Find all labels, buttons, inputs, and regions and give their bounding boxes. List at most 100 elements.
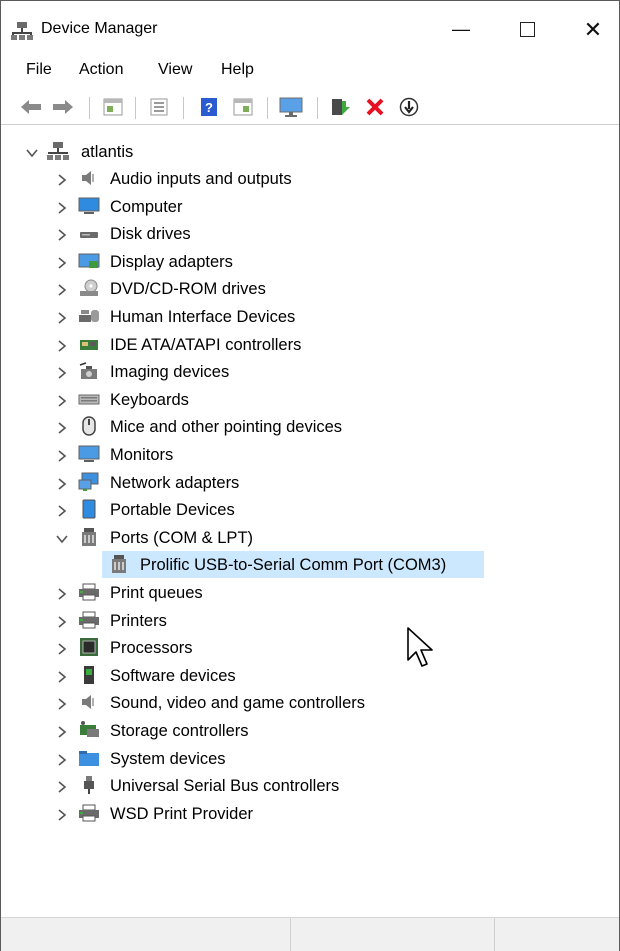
chevron-right-icon[interactable] (55, 780, 69, 794)
tree-category-item[interactable]: Computer (1, 193, 619, 220)
tree-item-label: Human Interface Devices (110, 308, 296, 326)
tree-category-item[interactable]: Network adapters (1, 469, 619, 496)
tree-category-item[interactable]: Human Interface Devices (1, 303, 619, 330)
properties-grid-icon (103, 98, 123, 116)
chevron-right-icon[interactable] (55, 394, 69, 408)
tree-item-label: Universal Serial Bus controllers (110, 777, 340, 796)
tree-item-label: Sound, video and game controllers (110, 694, 365, 713)
svg-text:?: ? (205, 100, 213, 115)
monitor-icon (78, 445, 100, 462)
scan-button[interactable] (147, 96, 171, 118)
minimize-icon: — (452, 19, 470, 39)
tree-item-label: Storage controllers (110, 722, 249, 740)
back-button[interactable] (19, 96, 43, 118)
chevron-right-icon[interactable] (55, 587, 69, 601)
close-button[interactable]: ✕ (563, 1, 620, 58)
monitor-button[interactable] (279, 96, 303, 118)
chevron-right-icon[interactable] (55, 504, 69, 518)
tree-item-label: Processors (110, 639, 193, 658)
tree-category-item[interactable]: Audio inputs and outputs (1, 165, 619, 192)
tree-item-label: Prolific USB-to-Serial Comm Port (COM3) (140, 556, 447, 575)
chevron-right-icon[interactable] (55, 808, 69, 822)
tree-category-item[interactable]: Storage controllers (1, 717, 619, 744)
device-tree: atlantis Audio inputs and outputs Compute… (1, 131, 619, 911)
chevron-right-icon[interactable] (55, 615, 69, 629)
chevron-down-icon[interactable] (55, 532, 69, 546)
chevron-right-icon[interactable] (55, 421, 69, 435)
system-folder-icon (79, 750, 99, 766)
tree-category-item[interactable]: Software devices (1, 662, 619, 689)
tree-category-item[interactable]: System devices (1, 745, 619, 772)
chevron-right-icon[interactable] (55, 339, 69, 353)
download-button[interactable] (397, 96, 421, 118)
chevron-right-icon[interactable] (55, 642, 69, 656)
chevron-right-icon[interactable] (55, 753, 69, 767)
tree-category-item[interactable]: DVD/CD-ROM drives (1, 275, 619, 302)
chevron-right-icon[interactable] (55, 173, 69, 187)
maximize-button[interactable] (497, 1, 557, 58)
usb-icon (84, 776, 94, 795)
tree-category-item[interactable]: Portable Devices (1, 496, 619, 523)
minimize-button[interactable]: — (431, 1, 491, 58)
tree-category-item[interactable]: Imaging devices (1, 358, 619, 385)
chevron-right-icon[interactable] (55, 256, 69, 270)
menu-bar: File Action View Help (1, 58, 619, 86)
chevron-right-icon[interactable] (55, 228, 69, 242)
tree-category-item[interactable]: WSD Print Provider (1, 800, 619, 827)
chevron-right-icon[interactable] (55, 449, 69, 463)
title-bar[interactable]: Device Manager — ✕ (1, 1, 619, 58)
portable-device-icon (82, 499, 96, 519)
tree-item-label: Keyboards (110, 390, 189, 409)
help-button[interactable]: ? (197, 96, 221, 118)
status-pane (1, 918, 291, 951)
tree-category-item[interactable]: Mice and other pointing devices (1, 413, 619, 440)
menu-action[interactable]: Action (79, 61, 123, 79)
properties-view-button[interactable] (101, 96, 125, 118)
device-manager-window: Device Manager — ✕ File Action View Help (0, 0, 620, 951)
tree-item-label: Portable Devices (110, 501, 235, 520)
tree-root[interactable]: atlantis (1, 138, 619, 165)
keyboard-icon (78, 394, 100, 405)
chevron-right-icon[interactable] (55, 283, 69, 297)
chevron-right-icon[interactable] (55, 477, 69, 491)
details-button[interactable] (231, 96, 255, 118)
chevron-right-icon[interactable] (55, 670, 69, 684)
tree-category-item[interactable]: Keyboards (1, 386, 619, 413)
computer-icon (78, 197, 100, 214)
chevron-right-icon[interactable] (55, 697, 69, 711)
chevron-right-icon[interactable] (55, 366, 69, 380)
tree-item-label: Software devices (110, 666, 236, 685)
tree-category-item[interactable]: Display adapters (1, 248, 619, 275)
chevron-right-icon[interactable] (55, 725, 69, 739)
chevron-right-icon[interactable] (55, 311, 69, 325)
tree-category-item[interactable]: Monitors (1, 441, 619, 468)
chevron-down-icon[interactable] (25, 146, 39, 160)
tree-category-item[interactable]: Universal Serial Bus controllers (1, 772, 619, 799)
printer-icon (79, 583, 99, 601)
tree-category-item[interactable]: Print queues (1, 579, 619, 606)
update-driver-button[interactable] (329, 96, 353, 118)
tree-category-item[interactable]: Sound, video and game controllers (1, 689, 619, 716)
toolbar-separator (183, 97, 184, 119)
tree-category-item[interactable]: Processors (1, 634, 619, 661)
menu-help[interactable]: Help (221, 61, 254, 79)
tree-category-item[interactable]: Disk drives (1, 220, 619, 247)
speaker-icon (82, 695, 94, 710)
tree-category-item[interactable]: IDE ATA/ATAPI controllers (1, 331, 619, 358)
tree-item-label: IDE ATA/ATAPI controllers (110, 335, 302, 354)
help-icon: ? (201, 98, 217, 116)
menu-view[interactable]: View (158, 61, 192, 79)
update-driver-icon (332, 99, 350, 115)
tree-root-label: atlantis (81, 143, 134, 161)
tree-item-label: Audio inputs and outputs (110, 170, 292, 188)
uninstall-button[interactable] (363, 96, 387, 118)
tree-category-item[interactable]: Printers (1, 607, 619, 634)
port-icon (112, 555, 126, 574)
menu-file[interactable]: File (26, 61, 52, 79)
tree-item-label: Computer (110, 197, 183, 216)
display-adapter-icon (78, 253, 100, 268)
chevron-right-icon[interactable] (55, 201, 69, 215)
tree-category-item[interactable]: Ports (COM & LPT) (1, 524, 619, 551)
tree-device-item[interactable]: Prolific USB-to-Serial Comm Port (COM3) (1, 551, 619, 579)
forward-button[interactable] (51, 96, 75, 118)
